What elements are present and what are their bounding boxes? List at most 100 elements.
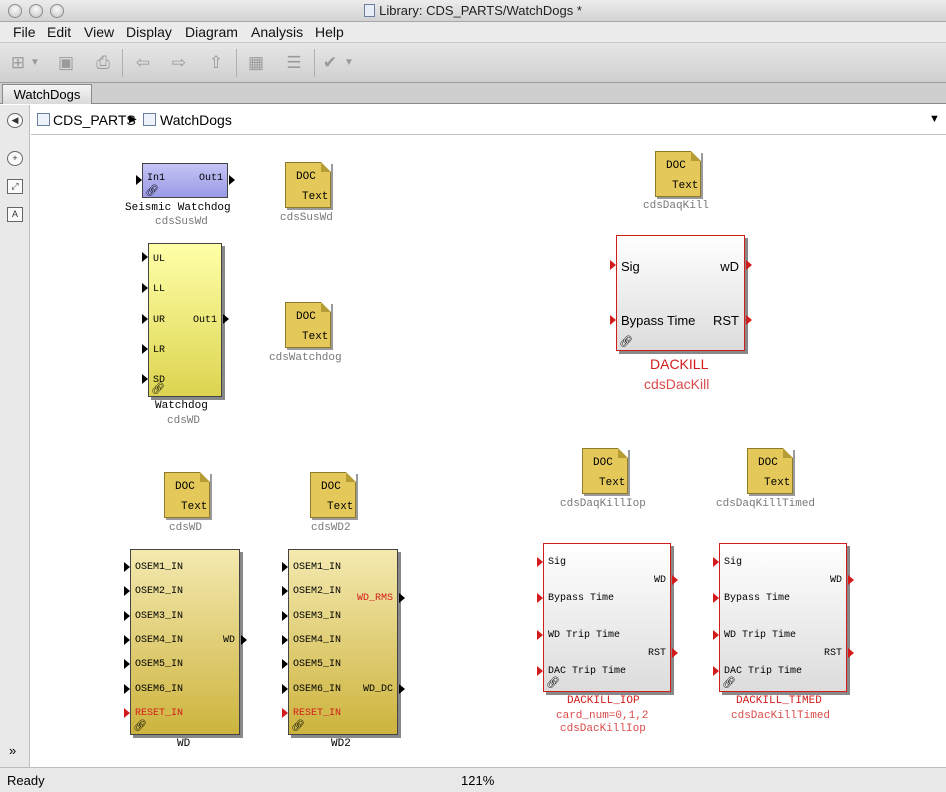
dropdown-icon[interactable]: ▼ [342, 52, 356, 74]
input-arrow-icon [537, 666, 543, 676]
window-title: Library: CDS_PARTS/WatchDogs * [0, 3, 946, 18]
port-reset-in: RESET_IN [293, 708, 342, 719]
library-icon [143, 113, 156, 126]
port-in1: In1 [147, 173, 166, 184]
doc-block[interactable]: DOC Text [655, 151, 701, 197]
back-icon[interactable]: ⇦ [131, 52, 155, 74]
block-lib-name: cdsWD2 [311, 522, 351, 534]
print-icon[interactable]: ⎙ [91, 52, 115, 74]
menu-edit[interactable]: Edit [47, 24, 71, 40]
menu-diagram[interactable]: Diagram [185, 24, 238, 40]
block-name[interactable]: DACKILL_IOP [567, 695, 640, 707]
dackill-block[interactable]: Sig Bypass Time wD RST 🔗︎ [616, 235, 745, 351]
port-sig: Sig [621, 259, 640, 274]
block-parameter: card_num=0,1,2 [556, 710, 649, 722]
port-lr: LR [153, 345, 166, 356]
menu-analysis[interactable]: Analysis [251, 24, 303, 40]
port-ll: LL [153, 284, 166, 295]
link-icon: 🔗︎ [722, 677, 736, 689]
fit-icon[interactable]: ⤢ [7, 179, 23, 194]
block-name[interactable]: DACKILL_TIMED [736, 695, 822, 707]
port-osem4-in: OSEM4_IN [293, 635, 342, 646]
menu-help[interactable]: Help [315, 24, 344, 40]
block-name[interactable]: WD2 [331, 738, 351, 750]
block-name[interactable]: DACKILL [650, 356, 708, 372]
port-dac-trip-time: DAC Trip Time [724, 666, 803, 677]
new-model-icon[interactable]: ⊞ [6, 52, 30, 74]
input-arrow-icon [537, 593, 543, 603]
dropdown-icon[interactable]: ▼ [28, 52, 42, 74]
tab-bar: WatchDogs [0, 83, 946, 104]
block-name[interactable]: Watchdog [155, 400, 208, 412]
link-icon: 🔗︎ [619, 336, 633, 348]
forward-icon[interactable]: ⇨ [167, 52, 191, 74]
menu-display[interactable]: Display [126, 24, 172, 40]
model-explorer-icon[interactable]: ☰ [282, 52, 306, 74]
input-arrow-icon [136, 175, 142, 185]
tab-watchdogs[interactable]: WatchDogs [2, 84, 92, 104]
input-arrow-icon [124, 635, 130, 645]
menu-file[interactable]: File [13, 24, 36, 40]
doc-block[interactable]: DOC Text [164, 472, 210, 518]
up-icon[interactable]: ⇧ [204, 52, 228, 74]
input-arrow-icon [282, 586, 288, 596]
expand-icon[interactable]: » [9, 743, 16, 758]
doc-block[interactable]: DOC Text [747, 448, 793, 494]
address-dropdown-icon[interactable]: ▼ [929, 113, 940, 125]
port-wd: WD [653, 575, 666, 586]
watchdog-block[interactable]: UL LL UR LR SD Out1 🔗︎ [148, 243, 222, 397]
dackill-iop-block[interactable]: Sig Bypass Time WD Trip Time DAC Trip Ti… [543, 543, 671, 692]
doc-block[interactable]: DOC Text [582, 448, 628, 494]
wd-block[interactable]: OSEM1_IN OSEM2_IN OSEM3_IN OSEM4_IN OSEM… [130, 549, 240, 735]
doc-block[interactable]: DOC Text [285, 302, 331, 348]
port-rst: RST [647, 648, 666, 659]
annotation-icon[interactable]: A [7, 207, 23, 222]
menu-view[interactable]: View [84, 24, 114, 40]
port-reset-in: RESET_IN [135, 708, 184, 719]
port-wd-trip-time: WD Trip Time [724, 630, 797, 641]
output-arrow-icon [241, 635, 247, 645]
doc-block[interactable]: DOC Text [310, 472, 356, 518]
doc-block[interactable]: DOC Text [285, 162, 331, 208]
block-lib-name: cdsDaqKill [643, 200, 710, 212]
port-osem3-in: OSEM3_IN [293, 611, 342, 622]
input-arrow-icon [124, 562, 130, 572]
port-osem5-in: OSEM5_IN [293, 659, 342, 670]
block-name[interactable]: WD [177, 738, 190, 750]
output-arrow-icon [399, 684, 405, 694]
port-osem6-in: OSEM6_IN [135, 684, 184, 695]
save-icon[interactable]: ▣ [54, 52, 78, 74]
diagram-canvas: In1 Out1 🔗︎ Seismic Watchdog cdsSusWd DO… [31, 136, 946, 767]
hide-browser-icon[interactable]: ◀ [7, 113, 23, 128]
port-wd: WD [829, 575, 842, 586]
breadcrumb-current[interactable]: WatchDogs [160, 112, 232, 128]
seismic-watchdog-block[interactable]: In1 Out1 🔗︎ [142, 163, 228, 198]
block-name[interactable]: Seismic Watchdog [125, 202, 231, 214]
input-arrow-icon [124, 611, 130, 621]
wd2-block[interactable]: OSEM1_IN OSEM2_IN OSEM3_IN OSEM4_IN OSEM… [288, 549, 398, 735]
document-icon [364, 4, 376, 17]
port-osem5-in: OSEM5_IN [135, 659, 184, 670]
menu-bar: File Edit View Display Diagram Analysis … [0, 22, 946, 43]
zoom-icon[interactable]: + [7, 151, 23, 166]
input-arrow-icon [610, 315, 616, 325]
breadcrumb-root[interactable]: CDS_PARTS [53, 112, 136, 128]
link-icon: 🔗︎ [145, 185, 159, 197]
status-text: Ready [7, 773, 45, 788]
port-out1: Out1 [198, 173, 223, 184]
dackill-timed-block[interactable]: Sig Bypass Time WD Trip Time DAC Trip Ti… [719, 543, 847, 692]
block-lib-name: cdsWD [167, 415, 201, 427]
output-arrow-icon [672, 648, 678, 658]
toolbar-separator [314, 49, 315, 77]
port-osem2-in: OSEM2_IN [135, 586, 184, 597]
port-ul: UL [153, 254, 166, 265]
port-ur: UR [153, 315, 166, 326]
port-osem6-in: OSEM6_IN [293, 684, 342, 695]
port-osem2-in: OSEM2_IN [293, 586, 342, 597]
check-icon[interactable]: ✔ [318, 52, 342, 74]
input-arrow-icon [124, 684, 130, 694]
input-arrow-icon [282, 635, 288, 645]
library-browser-icon[interactable]: ▦ [244, 52, 268, 74]
output-arrow-icon [746, 315, 752, 325]
input-arrow-icon [142, 252, 148, 262]
